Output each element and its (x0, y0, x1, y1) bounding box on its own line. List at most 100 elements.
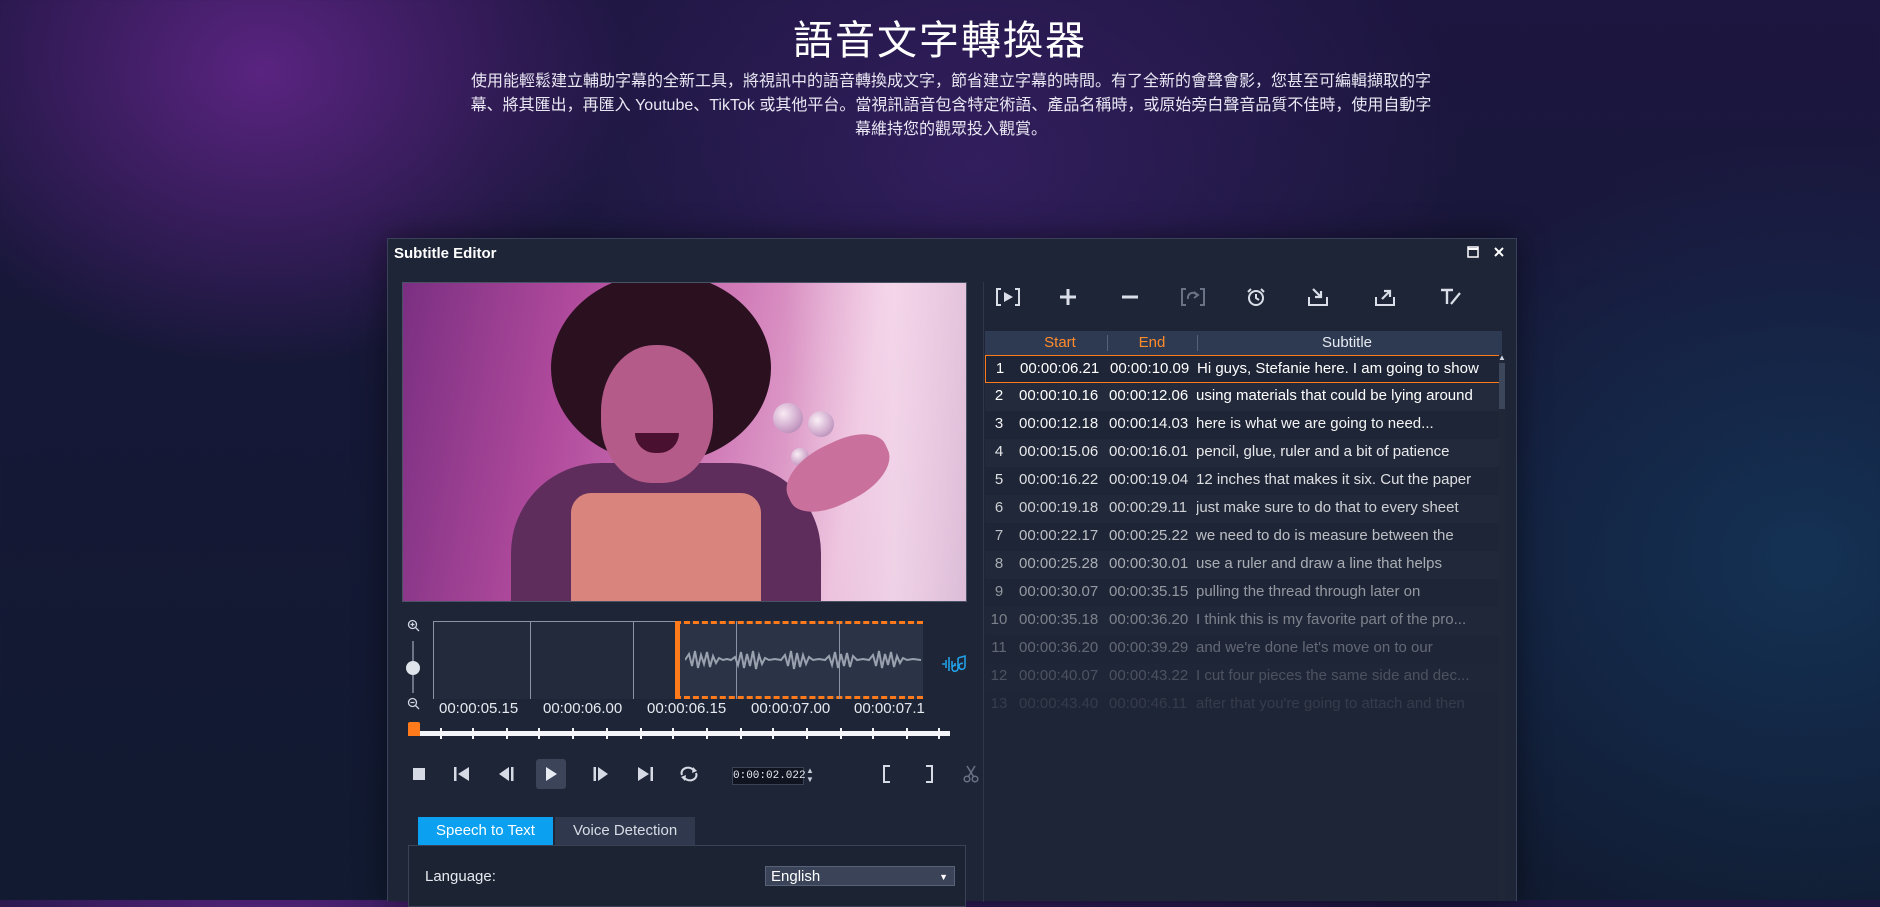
timeline-time-label: 00:00:05.15 (439, 700, 519, 717)
table-row[interactable]: 4 00:00:15.06 00:00:16.01 pencil, glue, rul… (985, 439, 1502, 467)
table-row[interactable]: 6 00:00:19.18 00:00:29.11 just make sure to… (985, 495, 1502, 523)
end-time: 00:00:25.22 (1109, 527, 1189, 544)
end-time: 00:00:16.01 (1109, 443, 1189, 460)
mark-in-icon[interactable] (872, 759, 902, 789)
subtitle-text: pulling the thread through later on (1196, 583, 1421, 600)
subtitle-rows: 1 00:00:06.21 00:00:10.09 Hi guys, Stefanie… (985, 355, 1502, 719)
tab-speech-to-text[interactable]: Speech to Text (418, 817, 553, 845)
start-time: 00:00:40.07 (1019, 667, 1099, 684)
playhead-marker[interactable] (408, 722, 420, 736)
column-header-end[interactable]: End (1107, 331, 1197, 355)
subtitle-text: I cut four pieces the same side and dec.… (1196, 667, 1470, 684)
zoom-slider-knob[interactable] (406, 661, 420, 675)
end-time: 00:00:10.09 (1110, 360, 1190, 377)
close-icon[interactable] (1490, 239, 1508, 269)
subtitle-scrollbar[interactable]: ▲ (1498, 353, 1506, 901)
subtitle-text: using materials that could be lying arou… (1196, 387, 1473, 404)
table-row[interactable]: 1 00:00:06.21 00:00:10.09 Hi guys, Stefanie… (985, 355, 1502, 383)
play-icon[interactable] (536, 759, 566, 789)
end-time: 00:00:43.22 (1109, 667, 1189, 684)
person-overalls (571, 493, 761, 601)
audio-timeline[interactable] (433, 621, 923, 699)
table-row[interactable]: 10 00:00:35.18 00:00:36.20 I think this is … (985, 607, 1502, 635)
row-number: 2 (994, 387, 1004, 404)
start-time: 00:00:15.06 (1019, 443, 1099, 460)
row-number: 10 (990, 611, 1008, 628)
clip-start-handle[interactable] (675, 621, 680, 699)
scrollbar-thumb[interactable] (1499, 363, 1505, 409)
end-time: 00:00:19.04 (1109, 471, 1189, 488)
window-titlebar: Subtitle Editor (388, 239, 1516, 269)
timecode-stepper-icon[interactable]: ▲ ▼ (806, 766, 814, 784)
start-time: 00:00:16.22 (1019, 471, 1099, 488)
subtitle-text: I think this is my favorite part of the … (1196, 611, 1467, 628)
merge-subtitle-icon[interactable] (1178, 283, 1208, 311)
table-row[interactable]: 12 00:00:40.07 00:00:43.22 I cut four piece… (985, 663, 1502, 691)
subtitle-editor-window: Subtitle Editor 00:00:05.15 00:00:06.00 … (387, 238, 1517, 907)
language-panel: Language: English ▼ (408, 845, 966, 907)
row-number: 13 (990, 695, 1008, 712)
start-time: 00:00:35.18 (1019, 611, 1099, 628)
play-subtitle-icon[interactable] (993, 283, 1023, 311)
skip-to-end-icon[interactable] (630, 759, 660, 789)
row-number: 12 (990, 667, 1008, 684)
repeat-icon[interactable] (674, 759, 704, 789)
maximize-icon[interactable] (1464, 239, 1482, 269)
table-row[interactable]: 2 00:00:10.16 00:00:12.06 using materials t… (985, 383, 1502, 411)
subtitle-text: after that you're going to attach and th… (1196, 695, 1465, 712)
column-header-start[interactable]: Start (1013, 331, 1107, 355)
end-time: 00:00:35.15 (1109, 583, 1189, 600)
timecode-field[interactable]: 0:00:02.022 (732, 767, 806, 785)
table-row[interactable]: 11 00:00:36.20 00:00:39.29 and we're done l… (985, 635, 1502, 663)
subtitle-toolbar (993, 279, 1503, 315)
subtitle-text: we need to do is measure between the (1196, 527, 1454, 544)
row-number: 5 (994, 471, 1004, 488)
playback-scrubber[interactable] (408, 722, 950, 740)
column-header-subtitle[interactable]: Subtitle (1197, 331, 1497, 355)
timeline-time-label: 00:00:07.1 (854, 700, 925, 717)
export-subtitle-icon[interactable] (1370, 283, 1400, 311)
previous-frame-icon[interactable] (491, 759, 521, 789)
start-time: 00:00:43.40 (1019, 695, 1099, 712)
timeline-ruler: 00:00:05.15 00:00:06.00 00:00:06.15 00:0… (433, 700, 953, 718)
text-edit-icon[interactable] (1436, 283, 1466, 311)
table-row[interactable]: 9 00:00:30.07 00:00:35.15 pulling the threa… (985, 579, 1502, 607)
scissors-icon[interactable] (957, 759, 985, 789)
audio-waveform-icon[interactable] (941, 654, 969, 676)
row-number: 9 (994, 583, 1004, 600)
subtitle-text: use a ruler and draw a line that helps (1196, 555, 1442, 572)
timeline-zoom-control (402, 619, 424, 715)
stop-icon[interactable] (404, 759, 434, 789)
remove-subtitle-icon[interactable] (1115, 283, 1145, 311)
zoom-in-icon[interactable] (404, 619, 422, 637)
window-title: Subtitle Editor (394, 245, 497, 262)
start-time: 00:00:30.07 (1019, 583, 1099, 600)
subtitle-text: and we're done let's move on to our (1196, 639, 1433, 656)
table-row[interactable]: 13 00:00:43.40 00:00:46.11 after that you'r… (985, 691, 1502, 719)
subtitle-text: 12 inches that makes it six. Cut the pap… (1196, 471, 1472, 488)
start-time: 00:00:22.17 (1019, 527, 1099, 544)
subtitle-text: here is what we are going to need... (1196, 415, 1434, 432)
mark-out-icon[interactable] (914, 759, 944, 789)
table-row[interactable]: 7 00:00:22.17 00:00:25.22 we need to do is … (985, 523, 1502, 551)
row-number: 7 (994, 527, 1004, 544)
zoom-out-icon[interactable] (404, 697, 422, 715)
row-number: 4 (994, 443, 1004, 460)
table-header: Start End Subtitle (985, 331, 1502, 355)
end-time: 00:00:30.01 (1109, 555, 1189, 572)
alarm-clock-icon[interactable] (1241, 283, 1271, 311)
add-subtitle-icon[interactable] (1053, 283, 1083, 311)
timeline-time-label: 00:00:06.00 (543, 700, 623, 717)
language-select[interactable]: English ▼ (765, 866, 955, 886)
chevron-down-icon: ▼ (939, 872, 948, 882)
next-frame-icon[interactable] (586, 759, 616, 789)
import-subtitle-icon[interactable] (1303, 283, 1333, 311)
tab-voice-detection[interactable]: Voice Detection (554, 817, 696, 845)
table-row[interactable]: 3 00:00:12.18 00:00:14.03 here is what we a… (985, 411, 1502, 439)
skip-to-start-icon[interactable] (447, 759, 477, 789)
language-label: Language: (425, 868, 496, 885)
table-row[interactable]: 8 00:00:25.28 00:00:30.01 use a ruler and d… (985, 551, 1502, 579)
scroll-up-icon[interactable]: ▲ (1498, 353, 1506, 362)
table-row[interactable]: 5 00:00:16.22 00:00:19.04 12 inches that ma… (985, 467, 1502, 495)
video-preview[interactable] (402, 282, 967, 602)
